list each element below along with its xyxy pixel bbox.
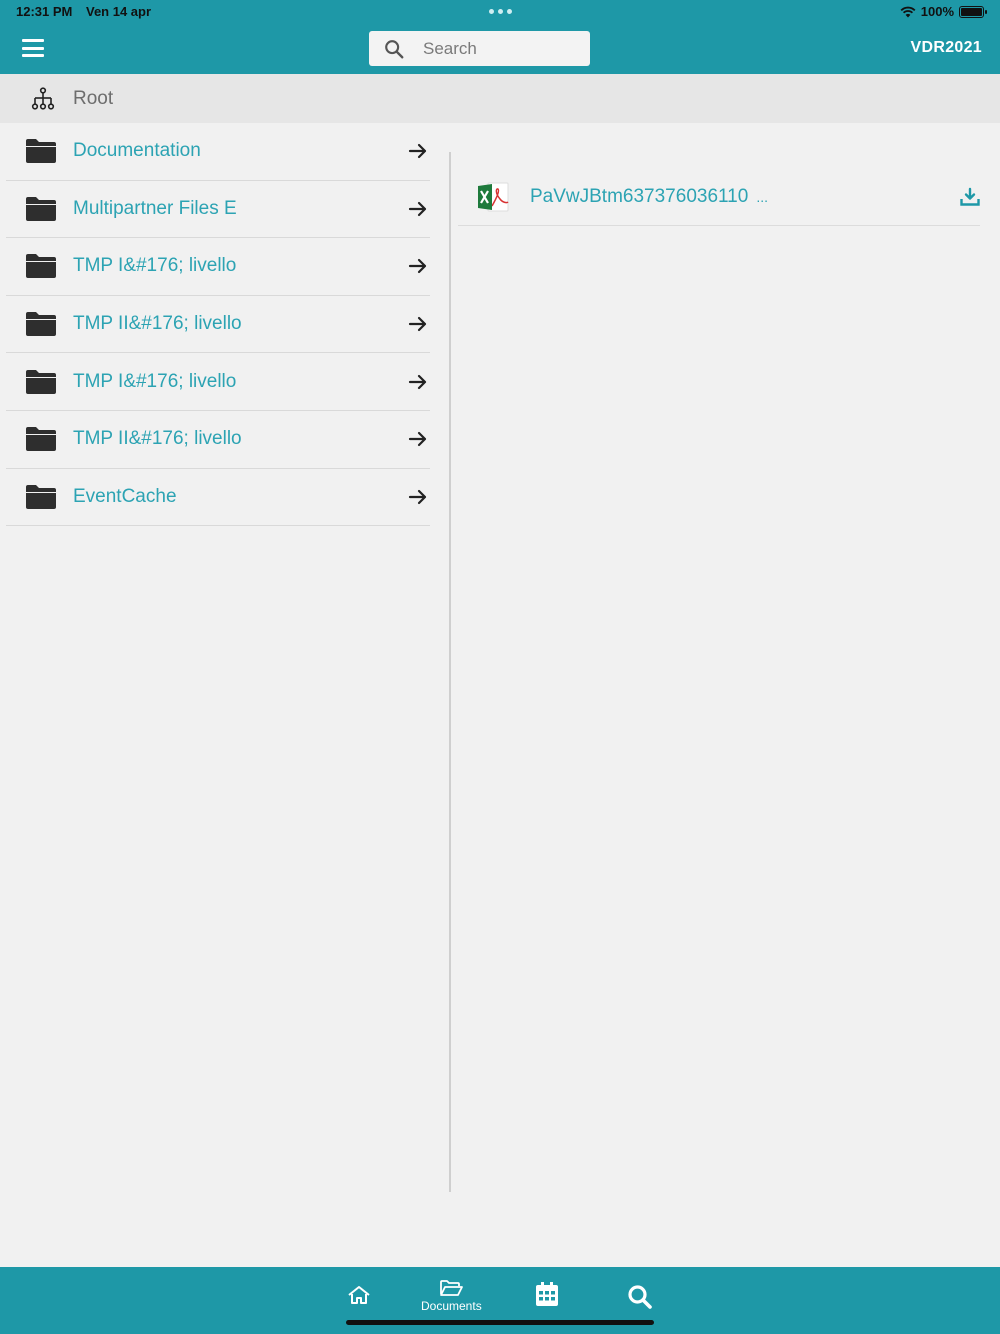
folder-icon — [26, 484, 56, 509]
folder-icon — [26, 427, 56, 452]
calendar-icon — [536, 1282, 558, 1306]
folder-row[interactable]: Documentation — [6, 123, 430, 181]
status-bar-right: 100% — [900, 4, 987, 19]
battery-percent: 100% — [920, 4, 954, 19]
breadcrumb[interactable]: Root — [0, 74, 1000, 123]
wifi-icon — [900, 6, 916, 17]
folder-icon — [26, 254, 56, 279]
arrow-right-icon[interactable] — [408, 314, 428, 334]
sitemap-icon — [31, 86, 55, 110]
arrow-right-icon[interactable] — [408, 429, 428, 449]
folder-label: TMP II&#176; livello — [73, 313, 242, 335]
status-bar-time: 12:31 PM Ven 14 apr — [16, 4, 161, 19]
search-box[interactable] — [369, 31, 590, 66]
file-name: PaVwJBtm637376036110 — [530, 185, 749, 207]
arrow-right-icon[interactable] — [408, 141, 428, 161]
top-bar: 12:31 PM Ven 14 apr 100% VDR2021 — [0, 0, 1000, 74]
search-icon — [385, 39, 404, 58]
arrow-right-icon[interactable] — [408, 372, 428, 392]
folder-label: EventCache — [73, 485, 177, 507]
folder-row[interactable]: TMP I&#176; livello — [6, 238, 430, 296]
folder-row[interactable]: TMP II&#176; livello — [6, 411, 430, 469]
folder-list: Documentation Multipartner Files E TMP I… — [6, 123, 430, 527]
home-indicator[interactable] — [346, 1320, 654, 1325]
folder-icon — [26, 312, 56, 337]
status-date: Ven 14 apr — [86, 4, 152, 19]
hamburger-menu-icon[interactable] — [22, 39, 44, 57]
folder-label: TMP I&#176; livello — [73, 370, 237, 392]
pane-divider — [449, 152, 451, 1192]
file-row[interactable]: PaVwJBtm637376036110 ... — [458, 168, 980, 226]
battery-icon — [959, 5, 987, 18]
folder-label: TMP I&#176; livello — [73, 255, 237, 277]
search-input[interactable] — [423, 38, 573, 59]
tab-search[interactable] — [627, 1284, 653, 1310]
folder-row[interactable]: TMP I&#176; livello — [6, 353, 430, 411]
folder-row[interactable]: TMP II&#176; livello — [6, 296, 430, 354]
folder-icon — [26, 196, 56, 221]
folder-open-icon — [440, 1280, 464, 1296]
search-icon — [628, 1285, 652, 1309]
multitasking-dots-icon[interactable] — [489, 9, 512, 14]
folder-icon — [26, 139, 56, 164]
folder-label: Multipartner Files E — [73, 197, 237, 219]
tab-documents-label: Documents — [421, 1299, 482, 1313]
file-more-indicator: ... — [756, 188, 768, 205]
folder-label: Documentation — [73, 140, 201, 162]
folder-row[interactable]: EventCache — [6, 469, 430, 527]
home-icon — [348, 1286, 370, 1304]
arrow-right-icon[interactable] — [408, 256, 428, 276]
arrow-right-icon[interactable] — [408, 199, 428, 219]
tab-calendar[interactable] — [535, 1281, 559, 1307]
brand-title: VDR2021 — [910, 39, 982, 56]
download-icon[interactable] — [960, 187, 980, 207]
status-time: 12:31 PM — [16, 4, 73, 19]
folder-row[interactable]: Multipartner Files E — [6, 181, 430, 239]
folder-icon — [26, 369, 56, 394]
tab-documents[interactable]: Documents — [421, 1279, 482, 1313]
excel-pdf-icon — [478, 182, 509, 211]
arrow-right-icon[interactable] — [408, 487, 428, 507]
tab-home[interactable] — [347, 1285, 371, 1305]
breadcrumb-root-label: Root — [73, 87, 114, 109]
folder-label: TMP II&#176; livello — [73, 428, 242, 450]
